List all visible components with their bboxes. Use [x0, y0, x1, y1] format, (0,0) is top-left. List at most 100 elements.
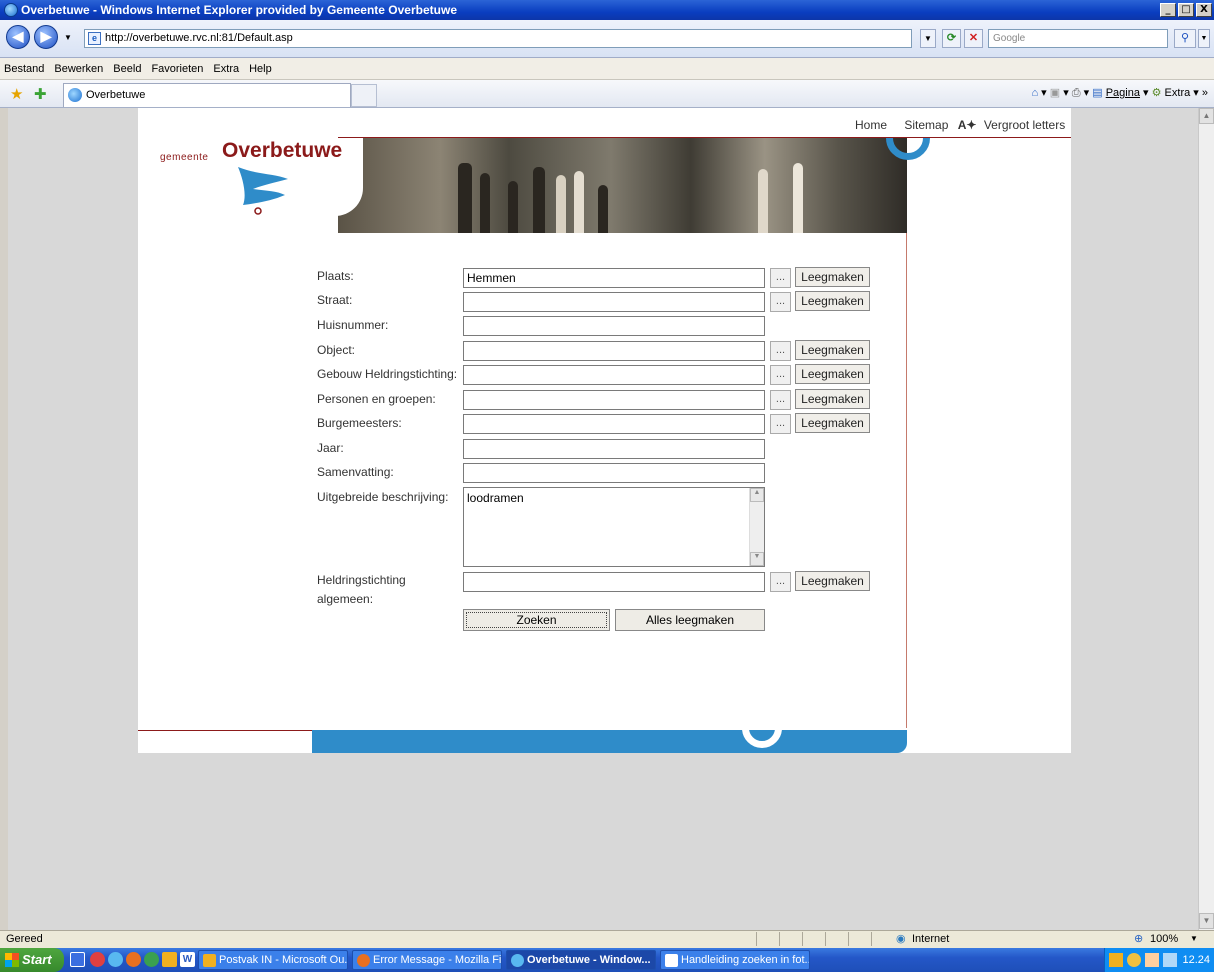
lookup-straat-button[interactable]: ...	[770, 292, 791, 312]
zone-text: Internet	[912, 933, 950, 945]
menu-help[interactable]: Help	[249, 63, 272, 75]
task-outlook-label: Postvak IN - Microsoft Ou...	[219, 954, 348, 966]
input-gebouw[interactable]	[463, 365, 765, 385]
clear-object-button[interactable]: Leegmaken	[795, 340, 870, 360]
clear-burgemeesters-button[interactable]: Leegmaken	[795, 413, 870, 433]
lookup-plaats-button[interactable]: ...	[770, 268, 791, 288]
textarea-scroll-up-icon[interactable]: ▲	[750, 488, 764, 502]
status-text: Gereed	[6, 933, 43, 945]
tab-overbetuwe[interactable]: Overbetuwe	[63, 83, 351, 107]
scroll-up-icon[interactable]: ▲	[1199, 108, 1214, 124]
sitemap-link[interactable]: Sitemap	[904, 118, 948, 132]
status-panels	[756, 932, 891, 946]
tray-network-icon[interactable]	[1163, 953, 1177, 967]
refresh-icon[interactable]: ⟳	[942, 29, 961, 48]
quicklaunch-app-icon[interactable]	[90, 952, 105, 967]
lookup-gebouw-button[interactable]: ...	[770, 365, 791, 385]
input-jaar[interactable]	[463, 439, 765, 459]
input-personen[interactable]	[463, 390, 765, 410]
quicklaunch-firefox-icon[interactable]	[126, 952, 141, 967]
zoom-icon[interactable]: ⊕	[1134, 931, 1143, 947]
top-links: Home Sitemap A✦ Vergroot letters	[855, 118, 1079, 132]
input-burgemeesters[interactable]	[463, 414, 765, 434]
lookup-personen-button[interactable]: ...	[770, 390, 791, 410]
alles-leegmaken-button[interactable]: Alles leegmaken	[615, 609, 765, 631]
search-input[interactable]: Google	[988, 29, 1168, 48]
search-icon[interactable]: ⚲	[1174, 29, 1196, 48]
ie-page-icon	[68, 88, 82, 102]
close-button[interactable]: X	[1196, 3, 1212, 17]
clear-straat-button[interactable]: Leegmaken	[795, 291, 870, 311]
menu-bewerken[interactable]: Bewerken	[54, 63, 103, 75]
new-tab-button[interactable]	[351, 84, 377, 107]
menu-extra[interactable]: Extra	[213, 63, 239, 75]
stop-icon[interactable]: ✕	[964, 29, 983, 48]
lookup-burgemeesters-button[interactable]: ...	[770, 414, 791, 434]
taskbar: Start W Postvak IN - Microsoft Ou... Err…	[0, 948, 1214, 972]
show-desktop-icon[interactable]	[70, 952, 85, 967]
clear-personen-button[interactable]: Leegmaken	[795, 389, 870, 409]
pagina-menu[interactable]: Pagina	[1106, 87, 1140, 99]
add-favorite-icon[interactable]: ✚	[34, 85, 47, 103]
print-icon[interactable]: ⎙	[1072, 87, 1081, 99]
input-huisnummer[interactable]	[463, 316, 765, 336]
extra-menu[interactable]: Extra	[1165, 87, 1191, 99]
logo-flag-icon	[238, 167, 288, 215]
start-label: Start	[22, 952, 52, 967]
zoom-level[interactable]: 100%	[1150, 931, 1178, 947]
quicklaunch-ie-icon[interactable]	[108, 952, 123, 967]
vertical-scrollbar[interactable]: ▲ ▼	[1198, 108, 1214, 930]
input-straat[interactable]	[463, 292, 765, 312]
ring-decoration-top	[886, 138, 930, 160]
tools-gear-icon: ⚙	[1151, 87, 1162, 99]
quicklaunch-outlook-icon[interactable]	[162, 952, 177, 967]
textarea-uitgebreide-beschrijving[interactable]: loodramen	[463, 487, 765, 567]
tray-outlook-icon[interactable]	[1109, 953, 1123, 967]
label-heldring-1: Heldringstichting	[317, 573, 406, 587]
clear-plaats-button[interactable]: Leegmaken	[795, 267, 870, 287]
input-samenvatting[interactable]	[463, 463, 765, 483]
minimize-button[interactable]: _	[1160, 3, 1176, 17]
maximize-button[interactable]: □	[1178, 3, 1194, 17]
forward-button[interactable]: ▶	[34, 25, 58, 49]
home-icon[interactable]: ⌂	[1031, 87, 1038, 99]
scroll-down-icon[interactable]: ▼	[1199, 913, 1214, 929]
back-button[interactable]: ◀	[6, 25, 30, 49]
feeds-icon[interactable]: ▣	[1050, 87, 1060, 99]
menu-bestand[interactable]: Bestand	[4, 63, 44, 75]
menu-beeld[interactable]: Beeld	[113, 63, 141, 75]
menu-bar: Bestand Bewerken Beeld Favorieten Extra …	[0, 58, 1214, 80]
input-plaats[interactable]: Hemmen	[463, 268, 765, 288]
input-heldring[interactable]	[463, 572, 765, 592]
vergroot-letters-link[interactable]: Vergroot letters	[984, 118, 1065, 132]
history-dropdown-icon[interactable]: ▼	[64, 33, 72, 42]
clear-gebouw-button[interactable]: Leegmaken	[795, 364, 870, 384]
tray-app-icon[interactable]	[1127, 953, 1141, 967]
font-size-icon[interactable]: A✦	[958, 118, 977, 132]
lookup-object-button[interactable]: ...	[770, 341, 791, 361]
task-overbetuwe[interactable]: Overbetuwe - Window...	[506, 950, 656, 970]
tray-lock-icon[interactable]	[1145, 953, 1159, 967]
input-object[interactable]	[463, 341, 765, 361]
task-handleiding[interactable]: Handleiding zoeken in fot...	[660, 950, 810, 970]
task-mozilla[interactable]: Error Message - Mozilla Fi...	[352, 950, 502, 970]
quicklaunch-word-icon[interactable]: W	[180, 952, 195, 967]
address-input[interactable]: e http://overbetuwe.rvc.nl:81/Default.as…	[84, 29, 912, 48]
tab-label: Overbetuwe	[86, 89, 146, 101]
zoeken-button[interactable]: Zoeken	[463, 609, 610, 631]
label-straat: Straat:	[317, 293, 353, 307]
menu-favorieten[interactable]: Favorieten	[151, 63, 203, 75]
home-link[interactable]: Home	[855, 118, 887, 132]
quicklaunch-green-icon[interactable]	[144, 952, 159, 967]
zoom-dropdown-icon[interactable]: ▼	[1190, 931, 1198, 947]
favorites-star-icon[interactable]: ★	[10, 85, 23, 103]
start-button[interactable]: Start	[0, 948, 64, 972]
search-options-icon[interactable]: ▼	[1198, 29, 1210, 48]
address-dropdown-icon[interactable]: ▼	[920, 29, 936, 48]
lookup-heldring-button[interactable]: ...	[770, 572, 791, 592]
textarea-scroll-down-icon[interactable]: ▼	[750, 552, 764, 566]
clear-heldring-button[interactable]: Leegmaken	[795, 571, 870, 591]
task-outlook[interactable]: Postvak IN - Microsoft Ou...	[198, 950, 348, 970]
textarea-scrollbar[interactable]: ▲ ▼	[749, 488, 764, 566]
label-burgemeesters: Burgemeesters:	[317, 416, 402, 430]
